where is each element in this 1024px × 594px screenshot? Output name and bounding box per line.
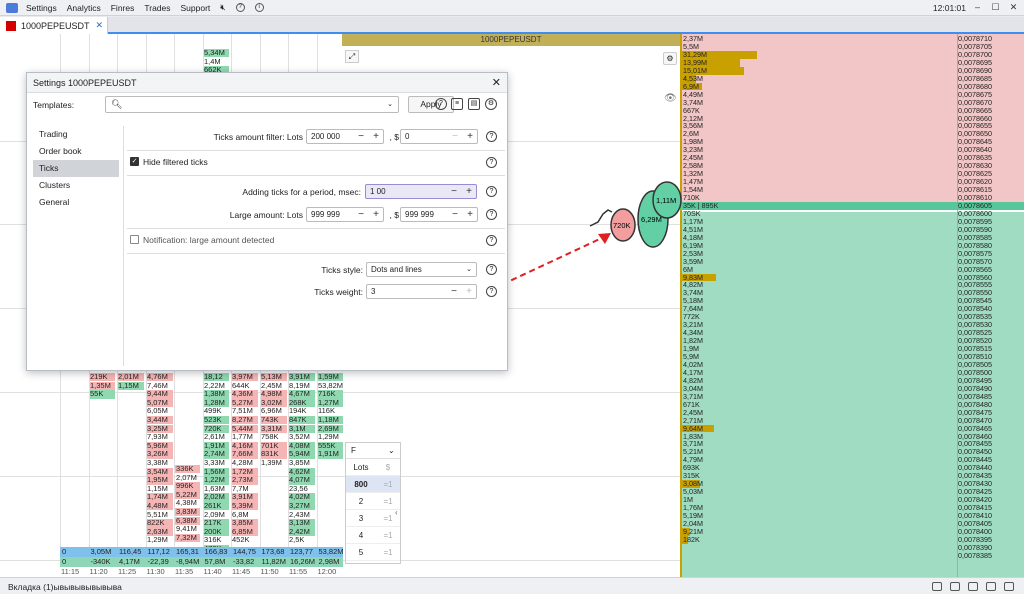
minus-button[interactable]: − [448, 208, 462, 221]
notification-checkbox[interactable] [130, 235, 139, 244]
bubble-label-large: 6,29M [641, 215, 662, 224]
collapse-icon[interactable]: ‹ [395, 508, 398, 517]
status-bar: Вкладка (1)ывывывывывыва [0, 577, 1024, 594]
minus-button[interactable]: − [447, 185, 461, 198]
large-amount-label: Large amount: Lots [229, 210, 303, 220]
settings-sidebar: Trading Order book Ticks Clusters Genera… [33, 126, 119, 366]
sidebar-item-clusters[interactable]: Clusters [33, 177, 119, 194]
popup-row[interactable]: 800 =1 [346, 476, 400, 493]
ticks-style-select[interactable]: Dots and lines ⌄ [366, 262, 477, 277]
info-icon[interactable]: i [254, 3, 264, 12]
status-text: Вкладка (1)ывывывывывыва [8, 582, 122, 592]
minus-button[interactable]: − [448, 130, 462, 143]
notification-icon[interactable] [968, 582, 978, 591]
save-template-icon[interactable]: ≡ [451, 98, 463, 110]
window-icon[interactable] [932, 582, 942, 591]
help-icon[interactable]: ? [435, 98, 447, 110]
bubble-label-sell: 720K [613, 221, 631, 230]
plus-button[interactable]: + [462, 285, 476, 298]
clock: 12:01:01 [932, 3, 966, 13]
notification-label: Notification: large amount detected [143, 235, 275, 245]
menu-support[interactable]: Support [181, 3, 211, 13]
minimize-button[interactable]: – [973, 3, 982, 12]
hide-filtered-label: Hide filtered ticks [143, 157, 208, 167]
expand-icon[interactable] [1004, 582, 1014, 591]
menu-bar: Settings Analytics Finres Trades Support… [0, 0, 1024, 16]
adding-ticks-field[interactable]: 1 00 − + [365, 184, 477, 199]
tab-bar: 1000PEPEUSDT ✕ [0, 17, 1024, 34]
tab-1000pepeusdt[interactable]: 1000PEPEUSDT ✕ [0, 17, 108, 34]
plus-button[interactable]: + [463, 130, 477, 143]
ticks-weight-field[interactable]: 3 − + [366, 284, 477, 299]
gear-icon[interactable]: ⚙ [485, 98, 497, 110]
sidebar-item-general[interactable]: General [33, 194, 119, 211]
plus-button[interactable]: + [462, 185, 476, 198]
menu-settings[interactable]: Settings [26, 3, 57, 13]
search-icon: 🔍︎ [111, 99, 123, 109]
templates-search-input[interactable]: 🔍︎ ⌄ [105, 96, 399, 113]
menu-analytics[interactable]: Analytics [67, 3, 101, 13]
popup-row[interactable]: 5 =1 [346, 544, 400, 561]
screenshot-icon[interactable] [986, 582, 996, 591]
help-icon[interactable]: ? [235, 3, 245, 12]
database-icon[interactable]: ▤ [468, 98, 480, 110]
plus-button[interactable]: + [369, 208, 383, 221]
help-icon[interactable]: ? [486, 286, 497, 297]
ticks-style-label: Ticks style: [321, 265, 363, 275]
help-icon[interactable]: ? [486, 264, 497, 275]
plus-button[interactable]: + [369, 130, 383, 143]
popup-row[interactable]: 3 =1 [346, 510, 400, 527]
ticks-filter-lots-field[interactable]: 200 000 − + [306, 129, 384, 144]
help-icon[interactable]: ? [486, 157, 497, 168]
sidebar-item-ticks[interactable]: Ticks [33, 160, 119, 177]
mute-icon[interactable]: 🔇︎ [220, 2, 225, 13]
menu-trades[interactable]: Trades [144, 3, 170, 13]
tab-close-icon[interactable]: ✕ [95, 20, 103, 31]
sidebar-item-order-book[interactable]: Order book [33, 143, 119, 160]
ticks-filter-label: Ticks amount filter: Lots [213, 132, 303, 142]
ticks-weight-label: Ticks weight: [314, 287, 363, 297]
tab-color-icon [6, 20, 16, 31]
app-logo-icon [6, 2, 18, 13]
popup-header[interactable]: F ⌄ [346, 443, 400, 459]
help-icon[interactable]: ? [486, 235, 497, 246]
popup-row[interactable]: 2 =1 [346, 493, 400, 510]
help-icon[interactable]: ? [486, 209, 497, 220]
apply-button[interactable]: Apply [408, 96, 454, 113]
close-window-button[interactable]: ✕ [1009, 3, 1018, 12]
large-usd-field[interactable]: 999 999 − + [400, 207, 478, 222]
dialog-close-icon[interactable]: ✕ [492, 76, 501, 89]
maximize-button[interactable]: ☐ [991, 3, 1000, 12]
chevron-down-icon: ⌄ [466, 266, 472, 273]
settings-dialog: Settings 1000PEPEUSDT ✕ Templates: 🔍︎ ⌄ … [26, 72, 508, 371]
hide-filtered-checkbox[interactable]: ✓ [130, 157, 139, 166]
layout-icon[interactable] [950, 582, 960, 591]
ticks-filter-usd-field[interactable]: 0 − + [400, 129, 478, 144]
tab-label: 1000PEPEUSDT [21, 20, 90, 31]
popup-row[interactable]: 4 =1 [346, 527, 400, 544]
help-icon[interactable]: ? [486, 186, 497, 197]
large-lots-field[interactable]: 999 999 − + [306, 207, 384, 222]
minus-button[interactable]: − [354, 208, 368, 221]
lot-selector-popup: F ⌄ Lots $ 800 =1 2 =1 3 =1 4 =1 5 =1 [345, 442, 401, 564]
plus-button[interactable]: + [463, 208, 477, 221]
popup-col-headers: Lots $ [346, 459, 400, 476]
bubble-label-buy: 1,11M [656, 196, 676, 205]
adding-ticks-label: Adding ticks for a period, msec: [242, 187, 361, 197]
minus-button[interactable]: − [447, 285, 461, 298]
templates-label: Templates: [33, 100, 75, 110]
sidebar-item-trading[interactable]: Trading [33, 126, 119, 143]
help-icon[interactable]: ? [486, 131, 497, 142]
menu-finres[interactable]: Finres [111, 3, 135, 13]
minus-button[interactable]: − [354, 130, 368, 143]
dialog-title: Settings 1000PEPEUSDT [27, 73, 507, 93]
chevron-down-icon: ⌄ [387, 101, 393, 108]
